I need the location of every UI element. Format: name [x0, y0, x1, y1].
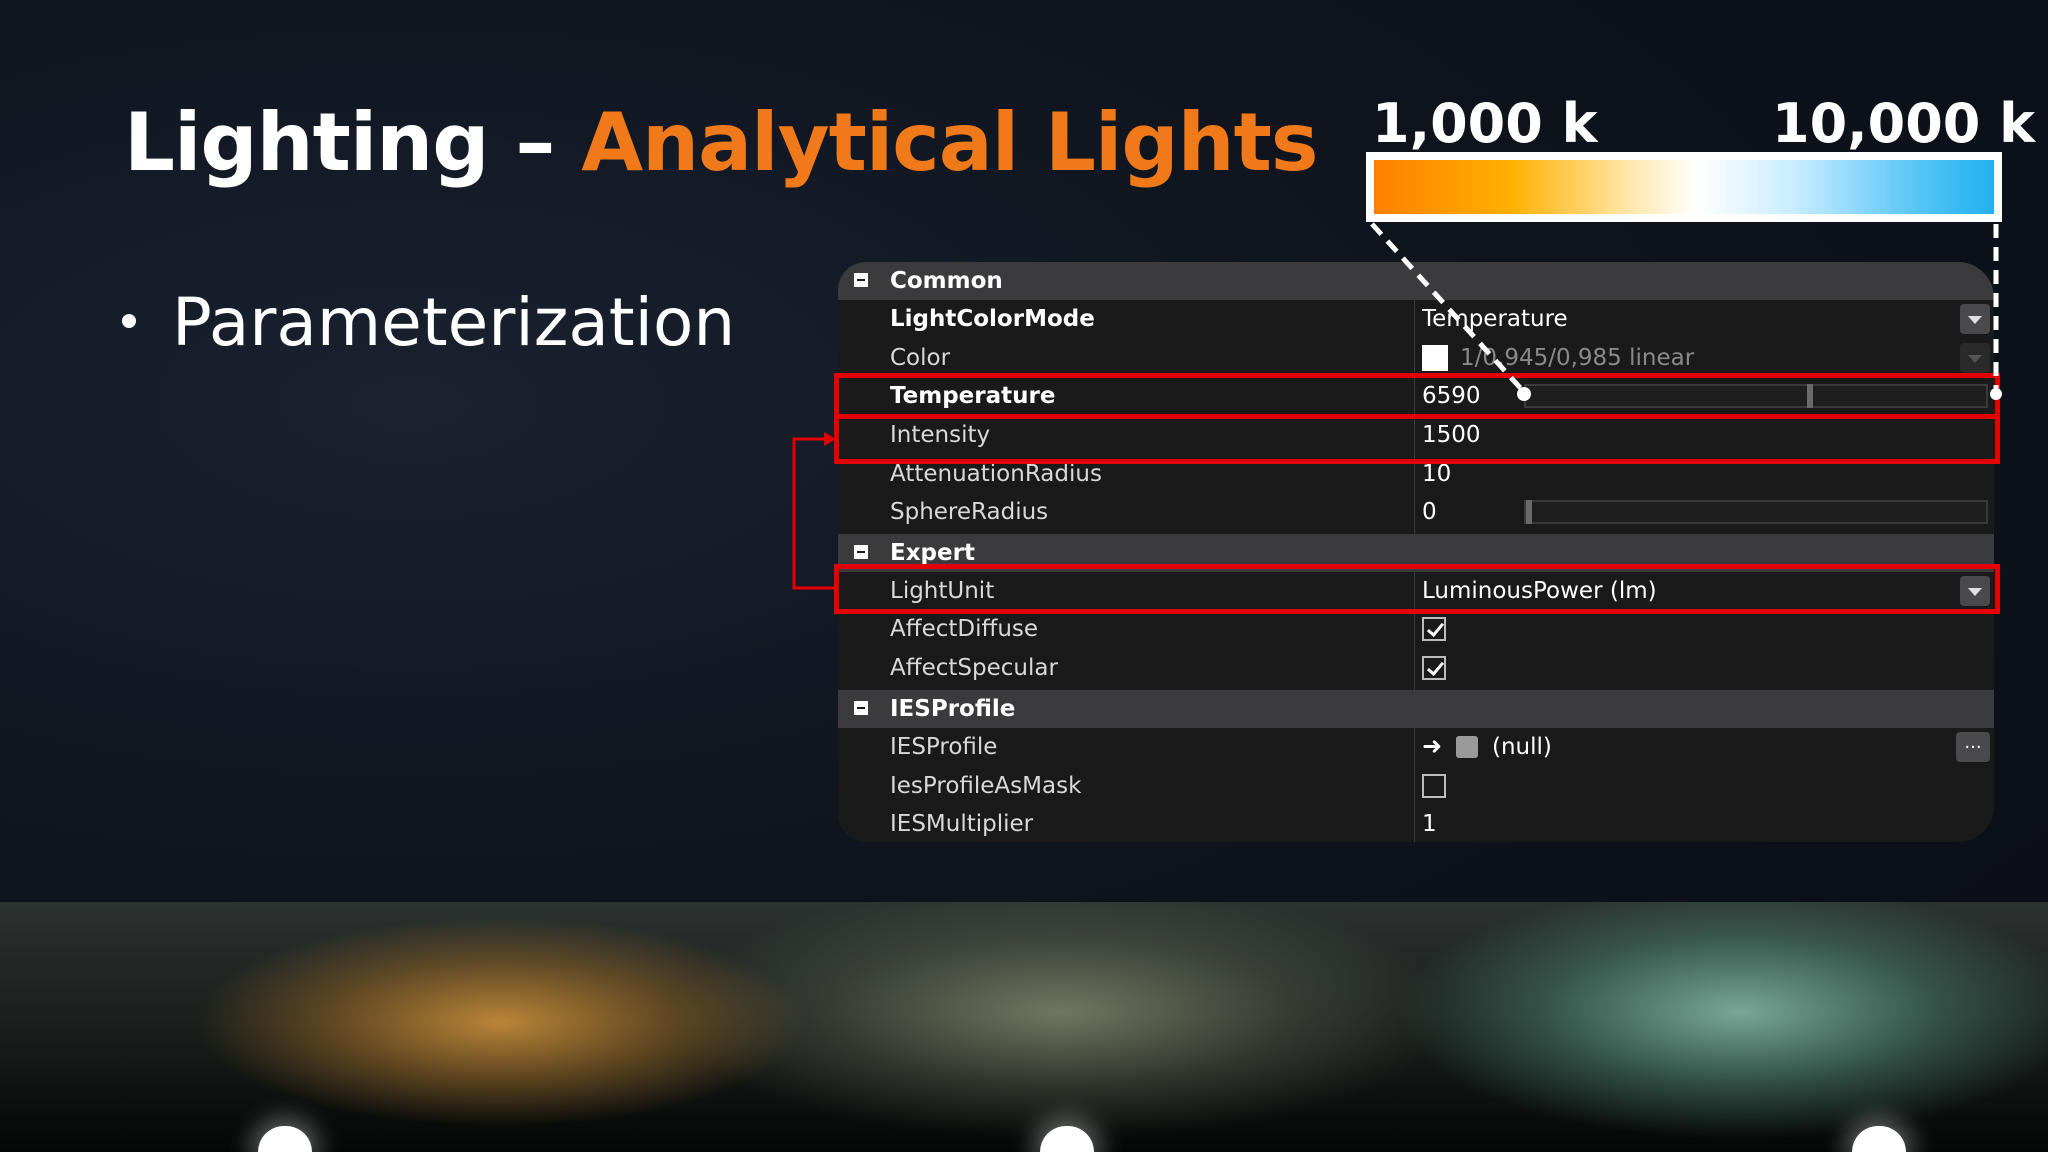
connector-line	[792, 437, 836, 590]
min-marker-dot	[1517, 387, 1531, 401]
lamp-left	[258, 1126, 312, 1152]
min-dashed-line	[1370, 222, 1526, 394]
lamp-right	[1852, 1126, 1906, 1152]
arrow-head-icon	[824, 432, 836, 446]
max-marker-dot	[1990, 388, 2002, 400]
lamp-center	[1040, 1126, 1094, 1152]
lighting-scene-image	[0, 902, 2048, 1152]
